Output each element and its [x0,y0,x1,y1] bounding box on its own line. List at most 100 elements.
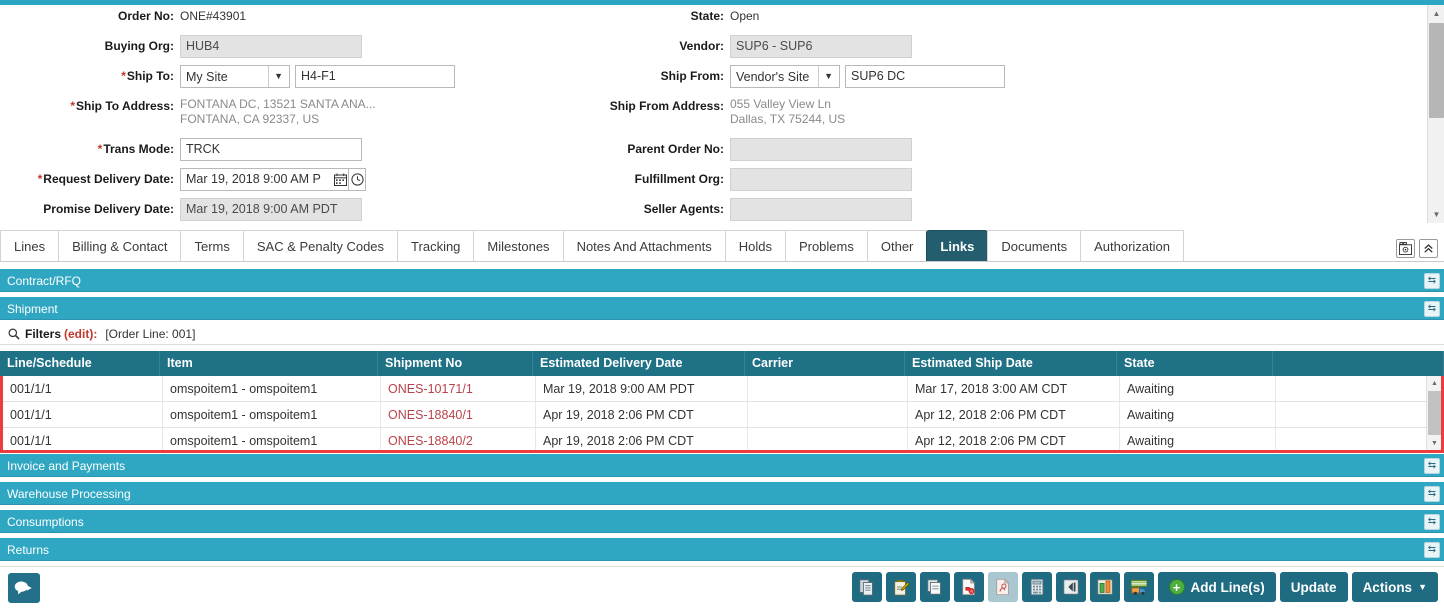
tab-documents[interactable]: Documents [987,230,1082,261]
column-header-item[interactable]: Item [160,351,378,376]
column-header-state[interactable]: State [1117,351,1273,376]
column-header-carrier[interactable]: Carrier [745,351,905,376]
chat-icon[interactable] [8,573,40,603]
update-button[interactable]: Update [1279,572,1348,602]
promise-delivery-date-input[interactable]: Mar 19, 2018 9:00 AM PDT [180,198,362,221]
tab-notes-and-attachments[interactable]: Notes And Attachments [562,230,726,261]
refresh-icon[interactable]: ⇆ [1424,486,1440,502]
table-header-row: Line/Schedule Item Shipment No Estimated… [0,351,1444,376]
column-header-extra[interactable] [1273,351,1444,376]
cell-extra [1276,376,1441,401]
section-warehouse-processing[interactable]: Warehouse Processing ⇆ [0,481,1444,505]
scroll-down-icon[interactable]: ▼ [1428,206,1444,223]
toolbar-buttons: A + Add Line(s) Update Actions ▼ [851,572,1438,602]
ship-to-address-line2: FONTANA, CA 92337, US [180,112,320,126]
refresh-icon[interactable]: ⇆ [1424,458,1440,474]
scroll-up-icon[interactable]: ▲ [1427,376,1441,390]
tab-sac-penalty-codes[interactable]: SAC & Penalty Codes [242,230,399,261]
chart-columns-icon[interactable] [1089,572,1120,602]
ship-to-type-select[interactable]: My Site ▼ [180,65,290,88]
plus-icon: + [1168,579,1185,595]
refresh-icon[interactable]: ⇆ [1424,301,1440,317]
vendor-input[interactable]: SUP6 - SUP6 [730,35,912,58]
tab-other[interactable]: Other [866,230,928,261]
field-parent-order-no: Parent Order No: [575,138,1175,161]
clock-icon[interactable] [349,168,366,191]
field-promise-delivery-date-label: Promise Delivery Date: [43,202,174,216]
filters-criteria: [Order Line: 001] [105,327,196,341]
cell-shipment-no[interactable]: ONES-10171/1 [381,376,536,401]
field-fulfillment-org: Fulfillment Org: [575,168,1175,191]
table-scrollbar[interactable]: ▲ ▼ [1426,376,1441,450]
tab-links[interactable]: Links [926,230,989,261]
cell-estimated-delivery-date: Apr 19, 2018 2:06 PM CDT [536,402,748,427]
field-seller-agents-label: Seller Agents: [643,202,724,216]
table-row[interactable]: 001/1/1 omspoitem1 - omspoitem1 ONES-188… [3,402,1441,428]
parent-order-no-input[interactable] [730,138,912,161]
calendar-icon[interactable] [332,168,349,191]
section-returns[interactable]: Returns ⇆ [0,537,1444,561]
scroll-up-icon[interactable]: ▲ [1428,5,1444,22]
tab-tracking[interactable]: Tracking [397,230,475,261]
ship-from-input[interactable]: SUP6 DC [845,65,1005,88]
cell-extra [1276,402,1441,427]
field-order-no: Order No: ONE#43901 [0,5,600,28]
tab-milestones[interactable]: Milestones [473,230,564,261]
table-scrollbar-thumb[interactable] [1428,391,1441,435]
tab-problems[interactable]: Problems [784,230,868,261]
form-scrollbar-thumb[interactable] [1429,23,1444,118]
tab-holds[interactable]: Holds [724,230,786,261]
settings-gear-icon[interactable] [1396,239,1415,258]
table-body: 001/1/1 omspoitem1 - omspoitem1 ONES-101… [0,376,1444,453]
cell-carrier [748,402,908,427]
shipment-truck-icon[interactable] [1123,572,1154,602]
column-header-estimated-ship-date[interactable]: Estimated Ship Date [905,351,1117,376]
fulfillment-org-input[interactable] [730,168,912,191]
refresh-icon[interactable]: ⇆ [1424,542,1440,558]
seller-agents-input[interactable] [730,198,912,221]
column-header-estimated-delivery-date[interactable]: Estimated Delivery Date [533,351,745,376]
table-row[interactable]: 001/1/1 omspoitem1 - omspoitem1 ONES-188… [3,428,1441,450]
column-header-shipment-no[interactable]: Shipment No [378,351,533,376]
section-invoice-and-payments[interactable]: Invoice and Payments ⇆ [0,453,1444,477]
form-scrollbar[interactable]: ▲ ▼ [1427,5,1444,223]
field-state: State: Open [575,5,1175,28]
duplicate-pages-icon[interactable] [919,572,950,602]
copy-document-icon[interactable] [851,572,882,602]
table-row[interactable]: 001/1/1 omspoitem1 - omspoitem1 ONES-101… [3,376,1441,402]
trans-mode-input[interactable]: TRCK [180,138,362,161]
cell-state: Awaiting [1120,402,1276,427]
cell-shipment-no[interactable]: ONES-18840/2 [381,428,536,450]
refresh-icon[interactable]: ⇆ [1424,273,1440,289]
tab-bar: Lines Billing & Contact Terms SAC & Pena… [0,229,1444,262]
tab-billing-contact[interactable]: Billing & Contact [58,230,182,261]
actions-button[interactable]: Actions ▼ [1351,572,1438,602]
filters-edit-link[interactable]: (edit): [64,327,97,341]
pdf-export-icon[interactable]: A [953,572,984,602]
cell-shipment-no[interactable]: ONES-18840/1 [381,402,536,427]
tab-authorization[interactable]: Authorization [1080,230,1184,261]
tab-terms[interactable]: Terms [180,230,244,261]
field-ship-from-address-label: Ship From Address: [609,99,724,113]
collapse-up-icon[interactable] [1419,239,1438,258]
cell-estimated-ship-date: Mar 17, 2018 3:00 AM CDT [908,376,1120,401]
tab-lines[interactable]: Lines [0,230,60,261]
required-marker: * [37,172,43,186]
section-contract-rfq[interactable]: Contract/RFQ ⇆ [0,268,1444,292]
order-detail-page: Order No: ONE#43901 Buying Org: HUB4 *Sh… [0,0,1444,610]
refresh-icon[interactable]: ⇆ [1424,514,1440,530]
scroll-down-icon[interactable]: ▼ [1427,436,1441,450]
add-lines-button[interactable]: + Add Line(s) [1157,572,1276,602]
section-consumptions[interactable]: Consumptions ⇆ [0,509,1444,533]
column-header-line-schedule[interactable]: Line/Schedule [0,351,160,376]
section-shipment[interactable]: Shipment ⇆ [0,296,1444,320]
ship-to-input[interactable]: H4-F1 [295,65,455,88]
buying-org-input[interactable]: HUB4 [180,35,362,58]
calculator-icon[interactable] [1021,572,1052,602]
ship-to-address-line1: FONTANA DC, 13521 SANTA ANA... [180,97,376,111]
request-delivery-date-input[interactable]: Mar 19, 2018 9:00 AM P [180,168,332,191]
ship-from-type-select[interactable]: Vendor's Site ▼ [730,65,840,88]
edit-contract-icon[interactable] [885,572,916,602]
collapse-left-icon[interactable] [1055,572,1086,602]
pdf-view-icon[interactable] [987,572,1018,602]
